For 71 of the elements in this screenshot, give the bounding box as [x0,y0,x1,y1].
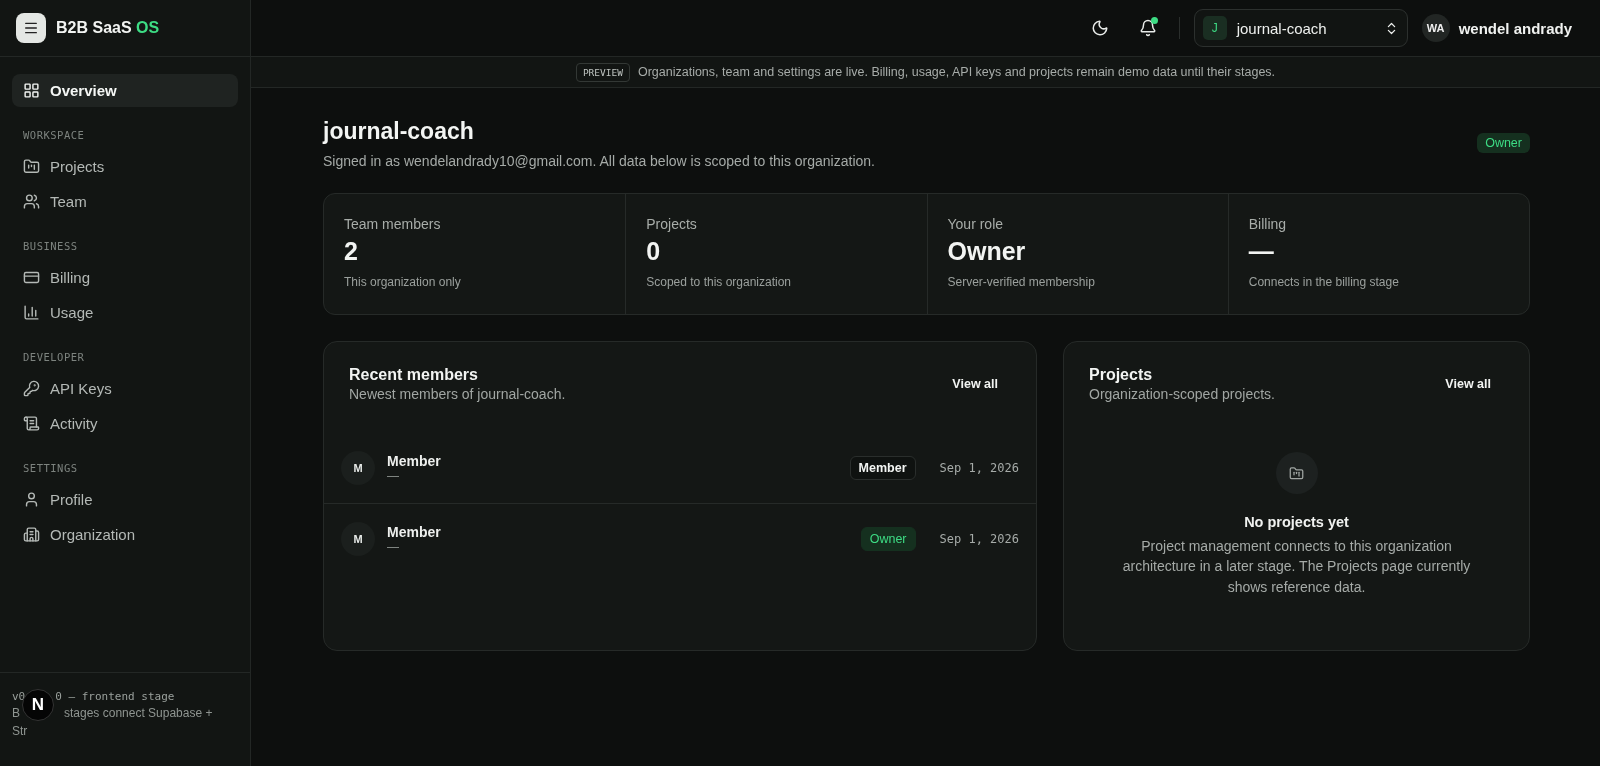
building-icon [23,526,40,543]
card-subtitle: Organization-scoped projects. [1089,386,1275,402]
card-icon [23,269,40,286]
sidebar-item[interactable]: Usage [12,296,238,329]
sidebar-item[interactable]: Profile [12,483,238,516]
card-title: Projects [1089,366,1154,384]
folder-icon [1275,452,1318,494]
section-title: WORKSPACE [22,128,86,143]
version-text: 0 — frontend stage [55,689,175,703]
bar-chart-icon [23,304,40,321]
scroll-icon [23,415,40,432]
member-avatar: M [341,450,375,485]
card-subtitle: Newest members of journal-coach. [349,386,566,402]
member-name: Member [387,452,442,469]
org-switcher[interactable]: J journal-coach [1193,9,1408,47]
stat-note: This organization only [344,275,462,289]
user-icon [23,491,40,508]
bell-icon [1138,19,1157,37]
footer-note: B [12,705,20,723]
stat-label: Your role [947,216,1005,232]
stat-value: Owner [947,237,1027,266]
grid-icon [23,82,40,99]
preview-tag: PREVIEW [575,62,630,82]
sidebar-item[interactable]: Projects [12,150,238,183]
member-email: — [387,540,400,554]
view-all-link[interactable]: View all [938,377,1012,391]
stat-note: Connects in the billing stage [1248,275,1400,289]
footer-note: Str [12,723,28,741]
section-title: BUSINESS [22,239,79,254]
empty-text: Project management connects to this organization architecture in a later stage. The Projects page currently shows reference data. [1121,537,1472,597]
member-avatar: M [341,522,375,556]
section-title: DEVELOPER [22,350,86,365]
card-title: Recent members [349,366,479,384]
role-tag: Owner [860,527,916,551]
stat-value: 0 [646,237,662,266]
member-email: — [387,468,400,483]
banner-text: Organizations, team and settings are live. Billing, usage, API keys and projects remain demo data until their stages. [637,65,1276,79]
user-menu[interactable]: WA wendel andrady [1421,14,1572,42]
sidebar-item[interactable]: Organization [12,518,238,551]
sidebar-item[interactable]: Activity [12,407,238,440]
stat-note: Scoped to this organization [646,275,792,289]
stat-label: Billing [1248,216,1288,232]
stat-label: Team members [344,216,442,232]
users-icon [23,193,40,210]
stat-value: — [1248,237,1275,266]
sidebar-item[interactable]: Billing [12,261,238,294]
footer-note: stages connect Supabase + [64,705,213,723]
sidebar-item[interactable]: Overview [12,74,238,107]
org-avatar: J [1202,16,1227,40]
key-icon [23,380,40,397]
stat-note: Server-verified membership [947,275,1096,289]
role-badge: Owner [1477,133,1530,153]
menu-button[interactable] [16,13,46,43]
role-tag: Member [849,455,916,480]
member-date: Sep 1, 2026 [939,460,1019,475]
menu-icon [23,20,39,36]
sidebar-item[interactable]: API Keys [12,372,238,405]
empty-title: No projects yet [1244,514,1349,530]
moon-icon [1090,19,1109,37]
section-title: SETTINGS [22,461,79,476]
member-date: Sep 1, 2026 [939,532,1019,546]
member-name: Member [387,524,442,540]
page-title: journal-coach [323,118,475,145]
page-subtitle: Signed in as wendelandrady10@gmail.com. All data below is scoped to this organization. [323,153,875,169]
stat-value: 2 [344,237,359,266]
folder-icon [23,158,40,175]
stat-label: Projects [646,216,698,232]
brand-name: B2B SaaS OS [56,19,160,37]
sidebar-item[interactable]: Team [12,185,238,218]
user-avatar: WA [1421,14,1450,42]
view-all-link[interactable]: View all [1431,377,1505,391]
